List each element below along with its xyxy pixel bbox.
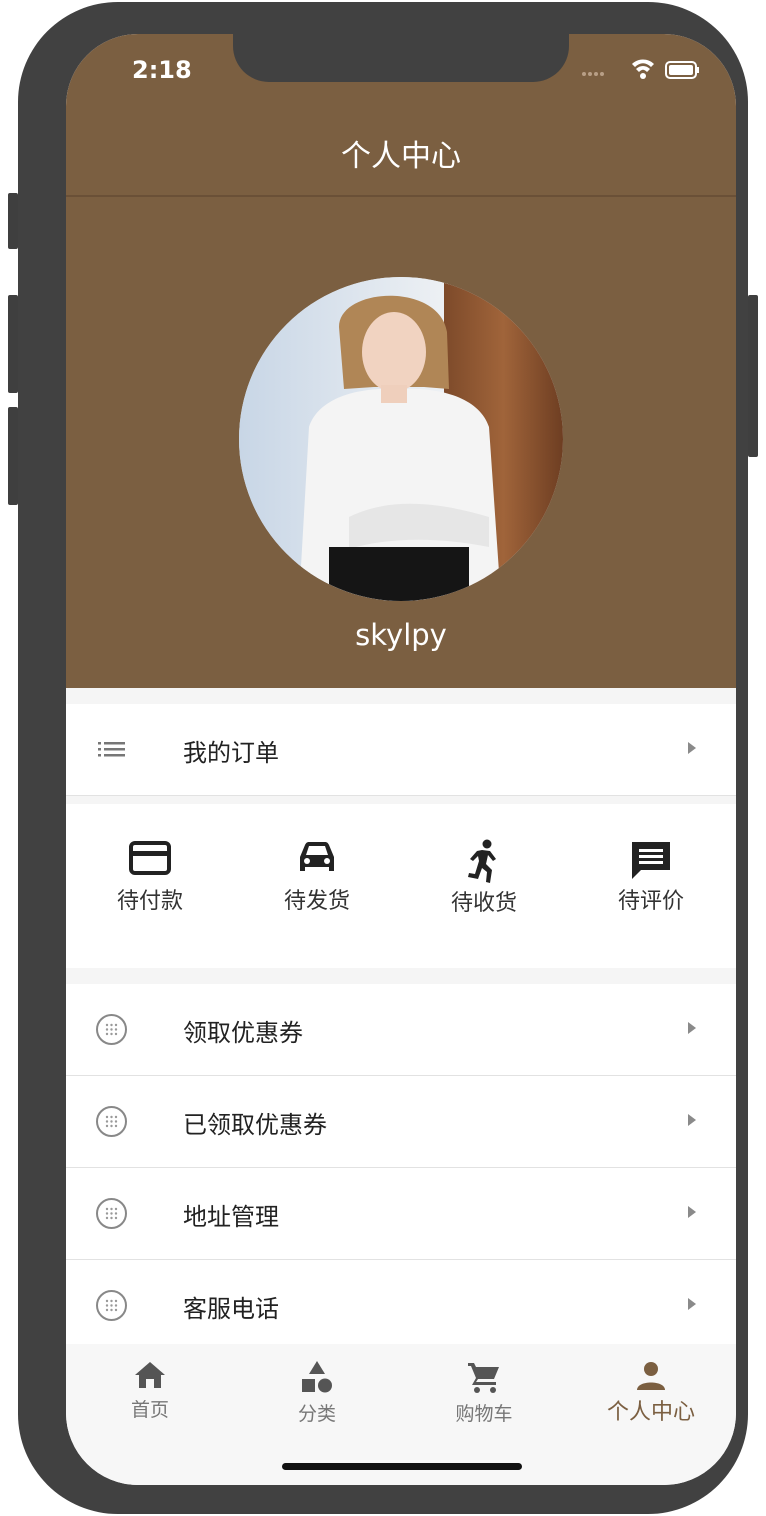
tab-label: 个人中心 xyxy=(606,1400,695,1425)
cart-icon xyxy=(468,1363,499,1393)
running-person-icon xyxy=(468,839,496,883)
menu-row-claim-coupon[interactable]: 领取优惠券 xyxy=(66,984,736,1076)
page-title: 个人中心 xyxy=(341,139,461,174)
order-pending-receipt[interactable]: 待收货 xyxy=(424,839,544,917)
phone-frame: 2:18 个人中心 skylpy 我的订单 待付款 待发货 待收货 待评价 领取… xyxy=(18,2,748,1514)
chevron-right-icon xyxy=(688,742,696,754)
home-icon xyxy=(135,1362,165,1388)
comment-icon xyxy=(632,842,670,879)
tab-label: 购物车 xyxy=(455,1403,513,1425)
order-status-label: 待付款 xyxy=(116,889,183,914)
menu-row-claimed-coupons[interactable]: 已领取优惠券 xyxy=(66,1076,736,1168)
volume-down-button xyxy=(8,407,18,505)
car-icon xyxy=(300,842,334,871)
status-time: 2:18 xyxy=(132,56,192,84)
person-icon xyxy=(637,1362,665,1390)
order-pending-payment[interactable]: 待付款 xyxy=(90,839,210,915)
mute-switch xyxy=(8,193,18,249)
section-gap xyxy=(66,968,736,984)
order-pending-shipment[interactable]: 待发货 xyxy=(257,839,377,915)
profile-section: skylpy xyxy=(66,197,736,688)
dotted-circle-icon xyxy=(95,1105,128,1138)
section-gap xyxy=(66,688,736,704)
menu-label: 已领取优惠券 xyxy=(183,1111,327,1139)
avatar[interactable] xyxy=(239,277,563,601)
credit-card-icon xyxy=(129,841,171,875)
category-shapes-icon xyxy=(302,1361,332,1393)
power-button xyxy=(748,295,758,457)
signal-icon xyxy=(582,72,604,76)
my-orders-label: 我的订单 xyxy=(183,739,279,767)
app-screen: 2:18 个人中心 skylpy 我的订单 待付款 待发货 待收货 待评价 领取… xyxy=(66,34,736,1485)
home-indicator xyxy=(282,1463,522,1470)
order-status-panel: 待付款 待发货 待收货 待评价 xyxy=(66,804,736,968)
tab-category[interactable]: 分类 xyxy=(257,1360,377,1426)
order-status-label: 待评价 xyxy=(617,889,684,914)
menu-row-address[interactable]: 地址管理 xyxy=(66,1168,736,1260)
section-gap xyxy=(66,796,736,804)
order-pending-review[interactable]: 待评价 xyxy=(591,839,711,915)
menu-row-customer-service[interactable]: 客服电话 xyxy=(66,1260,736,1352)
dotted-circle-icon xyxy=(95,1197,128,1230)
order-status-label: 待收货 xyxy=(450,891,517,916)
chevron-right-icon xyxy=(688,1114,696,1126)
menu-label: 领取优惠券 xyxy=(183,1019,303,1047)
battery-icon xyxy=(665,61,699,79)
dotted-circle-icon xyxy=(95,1013,128,1046)
dotted-circle-icon xyxy=(95,1289,128,1322)
username: skylpy xyxy=(355,618,447,652)
order-status-label: 待发货 xyxy=(283,889,350,914)
menu-label: 地址管理 xyxy=(183,1203,279,1231)
chevron-right-icon xyxy=(688,1298,696,1310)
tab-profile[interactable]: 个人中心 xyxy=(591,1360,711,1426)
tab-label: 首页 xyxy=(130,1399,169,1421)
nav-header: 2:18 个人中心 xyxy=(66,34,736,197)
tab-label: 分类 xyxy=(297,1403,336,1425)
list-icon xyxy=(95,733,128,766)
wifi-icon xyxy=(632,59,654,79)
my-orders-row[interactable]: 我的订单 xyxy=(66,704,736,796)
status-icons xyxy=(580,58,700,86)
notch xyxy=(233,34,569,82)
tab-cart[interactable]: 购物车 xyxy=(424,1360,544,1426)
chevron-right-icon xyxy=(688,1022,696,1034)
menu-label: 客服电话 xyxy=(183,1295,279,1323)
tab-home[interactable]: 首页 xyxy=(90,1360,210,1422)
volume-up-button xyxy=(8,295,18,393)
chevron-right-icon xyxy=(688,1206,696,1218)
